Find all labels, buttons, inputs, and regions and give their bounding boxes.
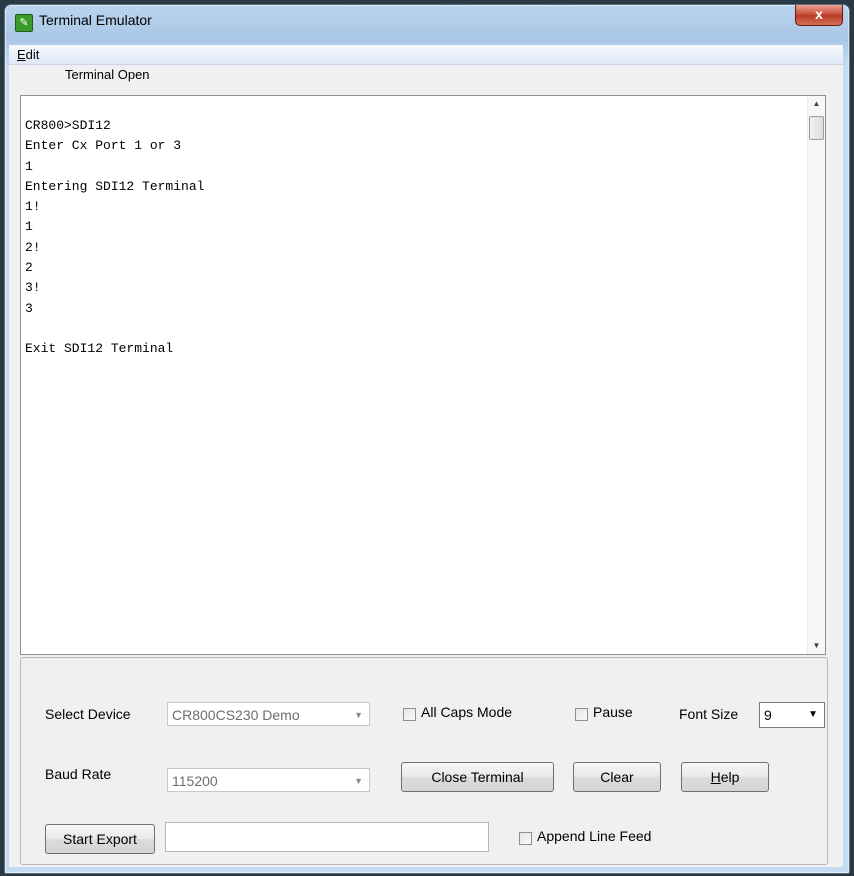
arrow-down-icon[interactable]: ▼ (808, 638, 825, 654)
terminal-status: Terminal Open (65, 67, 150, 82)
terminal-line: 1 (25, 219, 33, 235)
menu-edit-mnemonic: E (17, 47, 26, 62)
chevron-down-icon: ▼ (354, 776, 363, 786)
window-title: Terminal Emulator (39, 12, 152, 28)
select-device-dropdown[interactable]: CR800CS230 Demo ▼ (167, 702, 370, 726)
controls-panel: Select Device CR800CS230 Demo ▼ All Caps… (20, 657, 828, 865)
close-icon: x (815, 6, 823, 22)
pause-label: Pause (593, 704, 633, 720)
chevron-down-icon: ▼ (354, 710, 363, 720)
help-button[interactable]: Help (681, 762, 769, 792)
menu-edit[interactable]: Edit (17, 47, 39, 62)
all-caps-mode-label: All Caps Mode (421, 704, 513, 720)
export-path-input[interactable] (165, 822, 489, 852)
terminal-line: 2 (25, 260, 33, 276)
baud-rate-value: 115200 (172, 773, 218, 789)
terminal-line: 3! (25, 280, 41, 296)
arrow-up-icon[interactable]: ▲ (808, 96, 825, 112)
close-button[interactable]: x (795, 5, 843, 26)
terminal-emulator-window: ✎ Terminal Emulator x Edit Terminal Open… (4, 4, 850, 874)
pencil-icon: ✎ (15, 14, 33, 32)
scroll-thumb[interactable] (809, 116, 824, 140)
terminal-line: CR800>SDI12 (25, 118, 111, 133)
menu-edit-label: dit (25, 47, 40, 62)
terminal-line: Enter Cx Port 1 or 3 (25, 138, 182, 154)
terminal-line: Exit SDI12 Terminal (25, 341, 174, 357)
menu-bar: Edit (9, 45, 843, 65)
baud-rate-label: Baud Rate (45, 766, 112, 782)
select-device-label: Select Device (45, 706, 131, 722)
help-mnemonic: H (710, 769, 721, 785)
close-terminal-button[interactable]: Close Terminal (401, 762, 554, 792)
terminal-line: 1 (25, 158, 33, 174)
append-line-feed-checkbox[interactable] (519, 832, 532, 845)
append-line-feed-label: Append Line Feed (537, 828, 652, 844)
help-label: elp (720, 769, 740, 785)
terminal-output[interactable]: CR800>SDI12 Enter Cx Port 1 or 3 1 Enter… (20, 95, 826, 655)
pause-checkbox[interactable] (575, 708, 588, 721)
font-size-value: 9 (764, 707, 772, 723)
terminal-line: Entering SDI12 Terminal (25, 178, 205, 194)
vertical-scrollbar[interactable]: ▲ ▼ (807, 96, 825, 654)
terminal-line: 3 (25, 300, 33, 316)
font-size-label: Font Size (679, 706, 739, 722)
terminal-text: CR800>SDI12 Enter Cx Port 1 or 3 1 Enter… (25, 116, 204, 360)
terminal-line: 1! (25, 199, 41, 215)
terminal-line: 2! (25, 239, 41, 255)
select-device-value: CR800CS230 Demo (172, 707, 300, 723)
clear-button[interactable]: Clear (573, 762, 661, 792)
all-caps-mode-checkbox[interactable] (403, 708, 416, 721)
start-export-button[interactable]: Start Export (45, 824, 155, 854)
title-bar[interactable]: ✎ Terminal Emulator x (5, 5, 849, 45)
font-size-dropdown[interactable]: 9 ▼ (759, 702, 825, 728)
baud-rate-dropdown[interactable]: 115200 ▼ (167, 768, 370, 792)
client-area: Edit Terminal Open CR800>SDI12 Enter Cx … (9, 45, 843, 867)
chevron-down-icon: ▼ (808, 709, 818, 720)
